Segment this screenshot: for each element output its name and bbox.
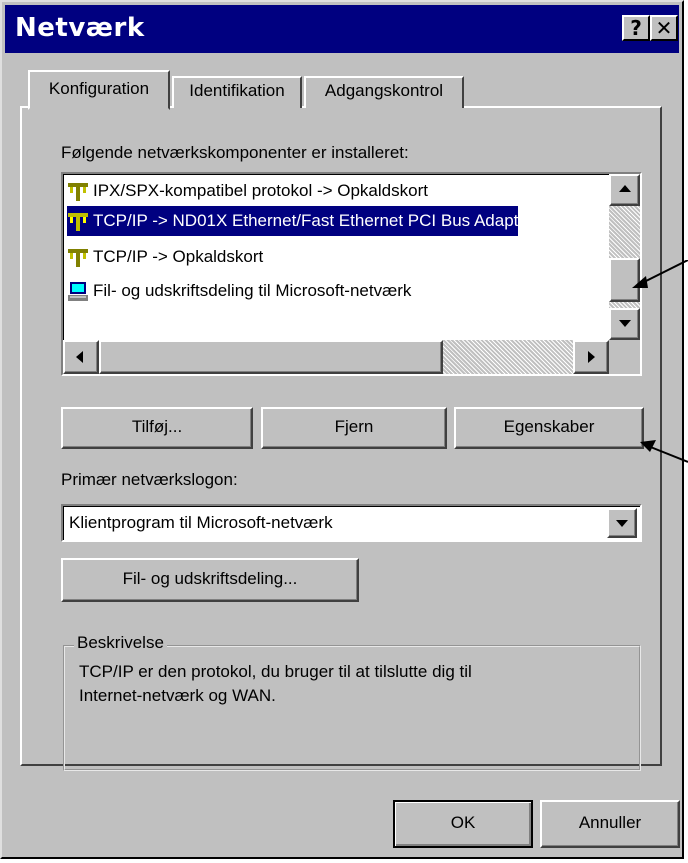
list-item[interactable]: TCP/IP -> Opkaldskort (67, 242, 263, 272)
ok-button[interactable]: OK (393, 800, 533, 848)
tab-label: Adgangskontrol (324, 81, 444, 100)
tab-label: Identifikation (189, 81, 285, 100)
description-legend: Beskrivelse (74, 633, 167, 653)
window-title: Netværk (15, 13, 145, 43)
close-button[interactable]: ✕ (650, 15, 678, 41)
cancel-button[interactable]: Annuller (540, 800, 680, 848)
primary-logon-value: Klientprogram til Microsoft-netværk (69, 513, 333, 532)
primary-logon-label: Primær netværkslogon: (61, 470, 238, 489)
add-button[interactable]: Tilføj... (61, 407, 253, 449)
arrow-head-icon (632, 276, 648, 288)
list-item-label: Fil- og udskriftsdeling til Microsoft-ne… (93, 281, 412, 300)
properties-button[interactable]: Egenskaber (454, 407, 644, 449)
components-label: Følgende netværkskomponenter er installe… (61, 143, 409, 162)
description-text-line1: TCP/IP er den protokol, du bruger til at… (79, 662, 472, 681)
right-arrow-icon (588, 351, 595, 363)
list-item[interactable]: Fil- og udskriftsdeling til Microsoft-ne… (67, 276, 411, 306)
arrow-head-icon (640, 440, 656, 452)
annotation-arrows (632, 260, 688, 463)
tab-konfiguration[interactable]: Konfiguration (28, 70, 170, 110)
up-arrow-icon (619, 185, 631, 192)
list-item-label: TCP/IP -> Opkaldskort (93, 247, 264, 266)
network-protocol-icon (68, 248, 88, 267)
list-item-label: TCP/IP -> ND01X Ethernet/Fast Ethernet P… (93, 211, 519, 230)
dropdown-button[interactable] (607, 508, 637, 538)
horizontal-scrollbar-thumb[interactable] (99, 340, 443, 374)
annotation-arrow-line (647, 445, 688, 463)
help-button[interactable]: ? (622, 15, 650, 41)
tab-identifikation[interactable]: Identifikation (172, 76, 302, 108)
dialog-window: Netværk ? ✕ Konfiguration Identifikation… (0, 0, 684, 859)
list-item[interactable]: IPX/SPX-kompatibel protokol -> Opkaldsko… (67, 176, 428, 206)
tab-adgangskontrol[interactable]: Adgangskontrol (304, 76, 464, 108)
scroll-up-button[interactable] (609, 174, 640, 206)
list-item-label: IPX/SPX-kompatibel protokol -> Opkaldsko… (93, 181, 428, 200)
description-text-line2: Internet-netværk og WAN. (79, 686, 276, 705)
network-protocol-icon (68, 212, 88, 231)
list-item-selected[interactable]: TCP/IP -> ND01X Ethernet/Fast Ethernet P… (67, 206, 519, 236)
file-print-sharing-icon (68, 281, 88, 301)
scroll-right-button[interactable] (573, 340, 609, 374)
tab-label: Konfiguration (48, 79, 150, 98)
primary-logon-select[interactable]: Klientprogram til Microsoft-netværk (61, 504, 642, 542)
file-print-sharing-button[interactable]: Fil- og udskriftsdeling... (61, 558, 359, 602)
title-bar[interactable]: Netværk ? ✕ (5, 5, 679, 53)
left-arrow-icon (76, 351, 83, 363)
annotation-arrow-line (639, 260, 688, 285)
network-protocol-icon (68, 182, 88, 201)
remove-button[interactable]: Fjern (261, 407, 447, 449)
chevron-down-icon (616, 520, 628, 527)
scroll-left-button[interactable] (63, 340, 99, 374)
components-listbox[interactable]: IPX/SPX-kompatibel protokol -> Opkaldsko… (61, 172, 642, 376)
